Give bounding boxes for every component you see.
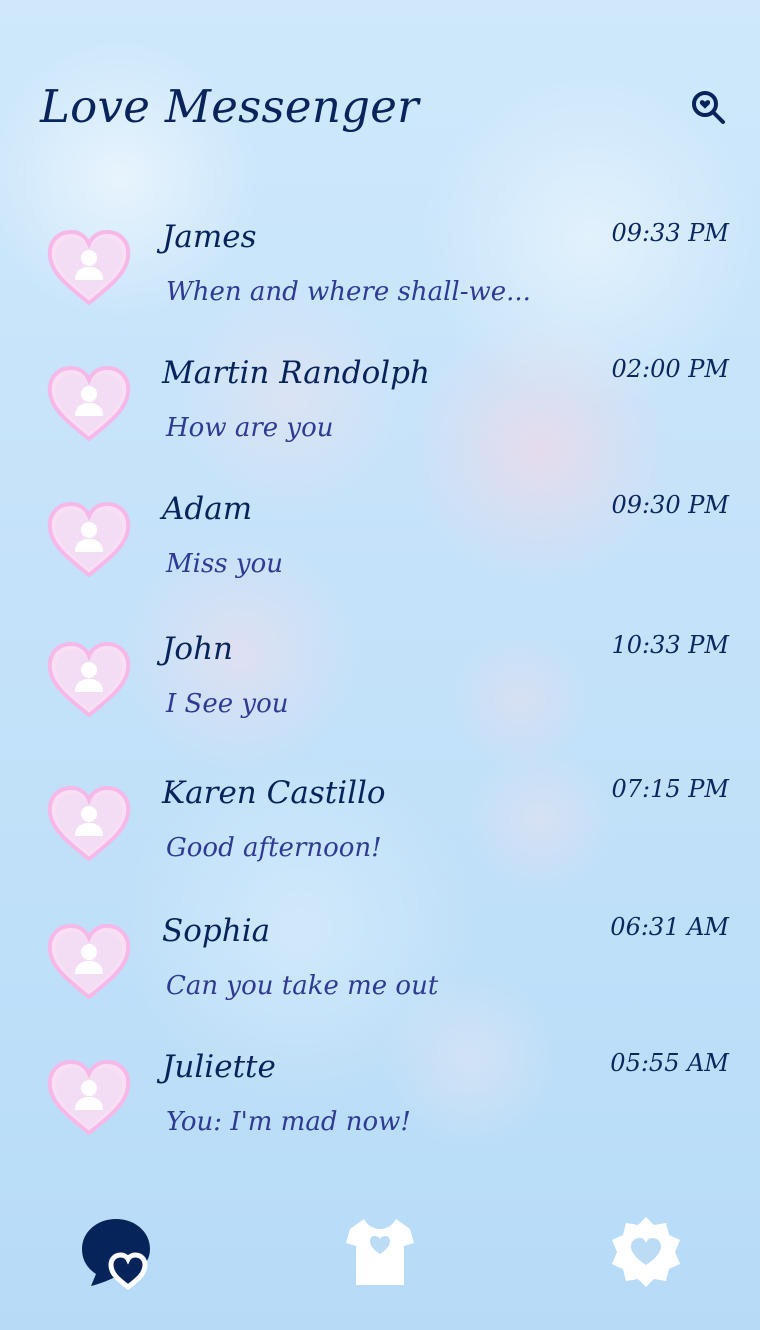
conversation-row-karen-castillo[interactable]: Karen Castillo Good afternoon! 07:15 PM <box>0 754 760 872</box>
contact-name: James <box>162 219 257 255</box>
conversation-row-sophia[interactable]: Sophia Can you take me out 06:31 AM <box>0 892 760 1010</box>
heart-avatar-icon <box>44 782 134 864</box>
message-preview: You: I'm mad now! <box>166 1107 411 1137</box>
heart-avatar-icon <box>44 362 134 444</box>
search-heart-icon <box>692 91 725 124</box>
contact-name: Karen Castillo <box>162 775 386 811</box>
conversation-row-juliette[interactable]: Juliette You: I'm mad now! 05:55 AM <box>0 1028 760 1146</box>
conversation-row-adam[interactable]: Adam Miss you 09:30 PM <box>0 470 760 588</box>
message-time: 05:55 AM <box>610 1049 729 1077</box>
message-time: 09:33 PM <box>611 219 729 247</box>
bottom-navigation <box>0 1200 760 1310</box>
heart-avatar-icon <box>44 1056 134 1138</box>
settings-heart-icon <box>612 1217 680 1287</box>
heart-avatar-icon <box>44 226 134 308</box>
message-preview: Can you take me out <box>166 971 439 1001</box>
heart-avatar-icon <box>44 638 134 720</box>
search-button[interactable] <box>690 89 726 125</box>
message-preview: Miss you <box>166 549 283 579</box>
shirt-heart-icon <box>346 1219 414 1285</box>
message-time: 10:33 PM <box>611 631 729 659</box>
contact-name: Sophia <box>162 913 271 949</box>
message-time: 09:30 PM <box>611 491 729 519</box>
chat-heart-icon <box>82 1219 150 1291</box>
conversation-row-martin-randolph[interactable]: Martin Randolph How are you 02:00 PM <box>0 334 760 452</box>
settings-tab[interactable] <box>606 1212 686 1292</box>
outfits-tab[interactable] <box>340 1212 420 1292</box>
contact-name: Juliette <box>162 1049 276 1085</box>
contact-name: John <box>162 631 234 667</box>
app-header: Love Messenger <box>40 76 726 138</box>
heart-avatar-icon <box>44 920 134 1002</box>
love-messenger-screen: Love Messenger James When and where shal… <box>0 0 760 1330</box>
message-preview: When and where shall-we... <box>166 277 531 307</box>
contact-name: Martin Randolph <box>162 355 430 391</box>
app-title: Love Messenger <box>40 80 419 133</box>
conversation-row-john[interactable]: John I See you 10:33 PM <box>0 610 760 728</box>
message-time: 07:15 PM <box>611 775 729 803</box>
message-time: 06:31 AM <box>610 913 729 941</box>
message-preview: Good afternoon! <box>166 833 382 863</box>
message-preview: I See you <box>166 689 289 719</box>
conversation-row-james[interactable]: James When and where shall-we... 09:33 P… <box>0 198 760 316</box>
message-preview: How are you <box>166 413 334 443</box>
chats-tab[interactable] <box>76 1212 156 1292</box>
heart-avatar-icon <box>44 498 134 580</box>
message-time: 02:00 PM <box>611 355 729 383</box>
contact-name: Adam <box>162 491 253 527</box>
